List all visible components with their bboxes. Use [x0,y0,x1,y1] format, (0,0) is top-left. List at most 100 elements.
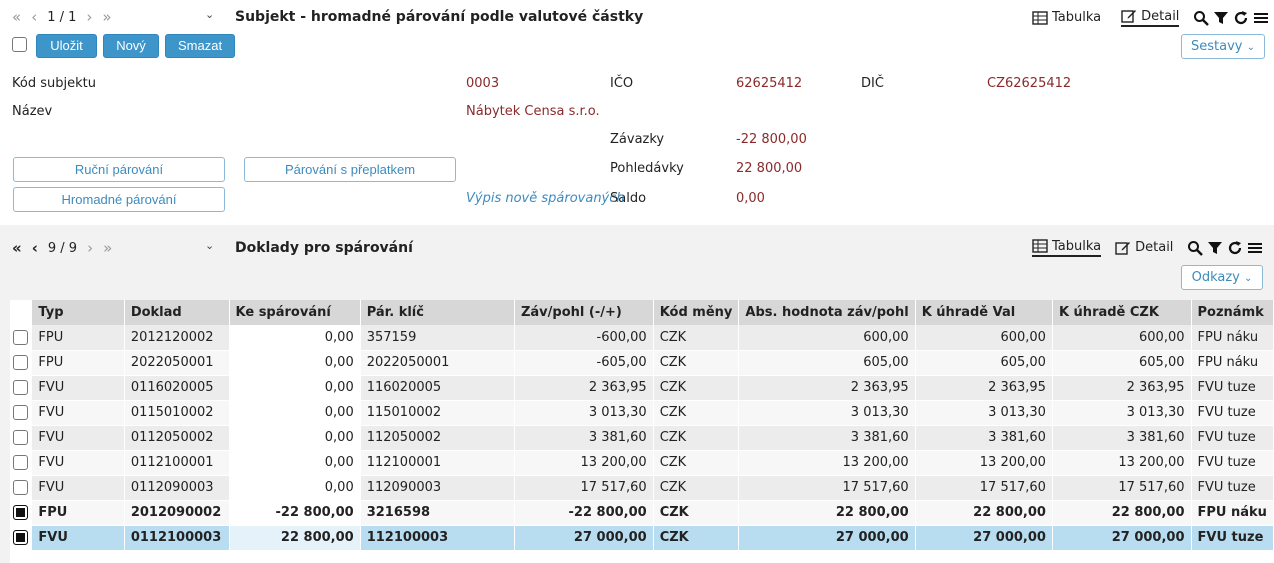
table-row[interactable]: FVU 0116020005 0,00 116020005 2 363,95 CZK 2 3… [10,375,1274,401]
table-row[interactable]: FVU 0112100003 22 800,00 112100003 27 000,00… [10,525,1274,551]
table-row[interactable]: FVU 0112090003 0,00 112090003 17 517,60 CZK 17… [10,475,1274,501]
new-button[interactable]: Nový [103,34,159,58]
cell-ke[interactable]: 22 800,00 [229,525,361,551]
prev-page-icon[interactable]: ‹ [31,8,37,26]
table-row[interactable]: FPU 2022050001 0,00 2022050001 -605,00 CZK 605… [10,350,1274,376]
cell-zp: -605,00 [514,350,654,376]
cell-ke[interactable]: 0,00 [229,325,361,351]
cell-ke[interactable]: 0,00 [229,375,361,401]
bulk-pairing-button[interactable]: Hromadné párování [13,187,225,212]
kod-label: Kód subjektu [12,76,96,91]
row-checkbox-cell [10,375,33,401]
menu-icon[interactable] [1253,10,1269,26]
manual-pairing-button[interactable]: Ruční párování [13,157,225,182]
table-row[interactable]: FPU 2012090002 -22 800,00 3216598 -22 800,00… [10,500,1274,526]
saldo-value: 0,00 [736,191,765,206]
table-icon [1032,239,1048,253]
cell-mena: CZK [653,475,740,501]
col-par-klic[interactable]: Pár. klíč [360,300,515,325]
overpayment-pairing-button[interactable]: Párování s přeplatkem [244,157,456,182]
row-checkbox[interactable] [13,480,28,495]
col-poznamka[interactable]: Poznámk [1191,300,1274,325]
links-dropdown[interactable]: Odkazy ⌄ [1181,265,1263,290]
new-pairs-link[interactable]: Výpis nově spárovaných [466,191,625,206]
dic-label: DIČ [861,76,884,91]
first-page-icon[interactable]: « [12,8,21,26]
table-row[interactable]: FVU 0115010002 0,00 115010002 3 013,30 CZK 3 0… [10,400,1274,426]
cell-val: 22 800,00 [915,500,1053,526]
chevron-down-icon[interactable]: ⌄ [205,8,214,21]
col-k-uhrade-czk[interactable]: K úhradě CZK [1052,300,1192,325]
first-page-icon[interactable]: « [12,239,22,257]
cell-czk: 3 381,60 [1052,425,1192,451]
cell-czk: 600,00 [1052,325,1192,351]
cell-zp: 27 000,00 [514,525,654,551]
dic-value: CZ62625412 [987,76,1072,91]
prev-page-icon[interactable]: ‹ [32,239,38,257]
next-page-icon[interactable]: › [86,8,92,26]
row-checkbox[interactable] [13,530,28,545]
refresh-icon[interactable] [1233,10,1249,26]
cell-klic: 3216598 [360,500,515,526]
col-k-uhrade-val[interactable]: K úhradě Val [915,300,1053,325]
cell-ke[interactable]: -22 800,00 [229,500,361,526]
next-page-icon[interactable]: › [87,239,93,257]
cell-typ: FPU [31,350,125,376]
cell-val: 13 200,00 [915,450,1053,476]
cell-val: 3 013,30 [915,400,1053,426]
table-row[interactable]: FPU 2012120002 0,00 357159 -600,00 CZK 600,00 6… [10,325,1274,351]
cell-klic: 112090003 [360,475,515,501]
row-checkbox[interactable] [13,430,28,445]
col-ke-sparovani[interactable]: Ke spárování [229,300,361,325]
delete-button[interactable]: Smazat [165,34,235,58]
filter-icon[interactable] [1207,240,1223,256]
cell-abs: 600,00 [738,325,916,351]
cell-czk: 2 363,95 [1052,375,1192,401]
cell-typ: FPU [31,500,125,526]
last-page-icon[interactable]: » [102,8,111,26]
cell-ke[interactable]: 0,00 [229,475,361,501]
col-zav-pohl[interactable]: Záv/pohl (-/+) [514,300,654,325]
table-row[interactable]: FVU 0112050002 0,00 112050002 3 381,60 CZK 3 3… [10,425,1274,451]
chevron-down-icon[interactable]: ⌄ [205,239,214,252]
row-checkbox[interactable] [13,455,28,470]
save-button[interactable]: Uložit [36,34,97,58]
table-icon[interactable] [1032,10,1048,26]
reports-dropdown[interactable]: Sestavy ⌄ [1181,34,1265,59]
row-checkbox[interactable] [13,380,28,395]
select-checkbox[interactable] [12,37,27,52]
col-abs-hodnota[interactable]: Abs. hodnota záv/pohl [738,300,916,325]
cell-typ: FVU [31,375,125,401]
col-kod-meny[interactable]: Kód měny [653,300,740,325]
search-icon[interactable] [1187,240,1204,256]
cell-val: 3 381,60 [915,425,1053,451]
row-checkbox[interactable] [13,405,28,420]
edit-icon[interactable] [1115,240,1131,256]
col-typ[interactable]: Typ [31,300,125,325]
cell-ke[interactable]: 0,00 [229,425,361,451]
refresh-icon[interactable] [1227,240,1243,256]
tab-table[interactable]: Tabulka [1032,238,1102,257]
search-icon[interactable] [1193,10,1210,26]
tab-detail[interactable]: Detail [1135,240,1173,255]
row-checkbox[interactable] [13,355,28,370]
menu-icon[interactable] [1247,240,1263,256]
row-checkbox[interactable] [13,505,28,520]
cell-pozn: FVU tuze [1191,425,1274,451]
cell-klic: 112100003 [360,525,515,551]
cell-ke[interactable]: 0,00 [229,450,361,476]
cell-zp: -22 800,00 [514,500,654,526]
col-doklad[interactable]: Doklad [124,300,230,325]
tab-detail[interactable]: Detail [1121,8,1180,27]
cell-pozn: FVU tuze [1191,375,1274,401]
cell-doklad: 0112050002 [124,425,230,451]
cell-ke[interactable]: 0,00 [229,350,361,376]
cell-ke[interactable]: 0,00 [229,400,361,426]
filter-icon[interactable] [1213,10,1229,26]
cell-mena: CZK [653,525,740,551]
table-row[interactable]: FVU 0112100001 0,00 112100001 13 200,00 CZK 13… [10,450,1274,476]
last-page-icon[interactable]: » [103,239,112,257]
row-checkbox[interactable] [13,329,28,345]
cell-zp: 17 517,60 [514,475,654,501]
tab-table[interactable]: Tabulka [1052,10,1101,25]
